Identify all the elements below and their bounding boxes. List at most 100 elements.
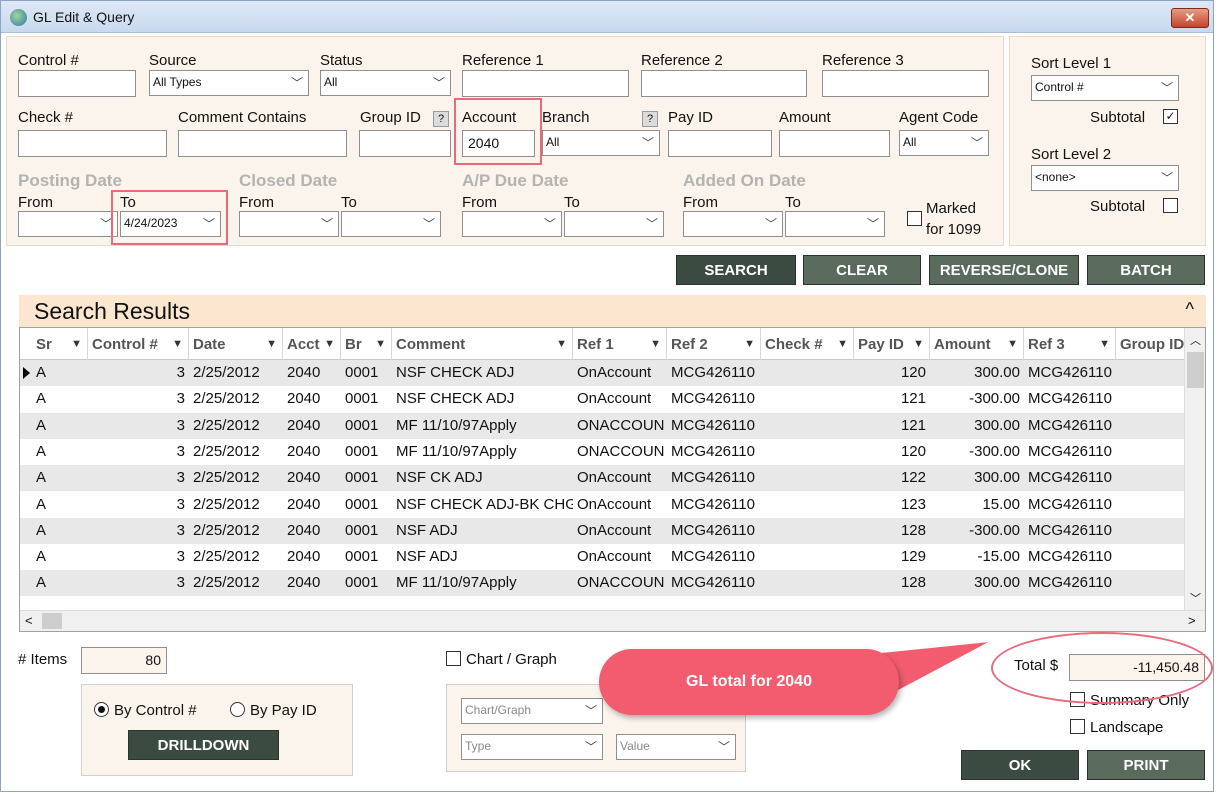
ok-button[interactable]: OK bbox=[961, 750, 1079, 780]
added-to-select[interactable]: ﹀ bbox=[785, 211, 885, 237]
cell-control: 3 bbox=[176, 442, 185, 460]
filter-dropdown-icon[interactable]: ▼ bbox=[913, 328, 924, 361]
column-header-sr[interactable]: Sr ▼ bbox=[32, 328, 88, 360]
filter-dropdown-icon[interactable]: ▼ bbox=[375, 328, 386, 361]
table-row[interactable]: A 3 2/25/2012 2040 0001 NSF CK ADJ OnAccount MC… bbox=[20, 465, 1184, 492]
landscape-checkbox[interactable] bbox=[1070, 719, 1085, 734]
filter-dropdown-icon[interactable]: ▼ bbox=[1099, 328, 1110, 361]
column-header-amount[interactable]: Amount ▼ bbox=[930, 328, 1024, 360]
group-id-help-icon[interactable]: ? bbox=[433, 111, 449, 127]
table-row[interactable]: A 3 2/25/2012 2040 0001 MF 11/10/97Apply ONACC… bbox=[20, 439, 1184, 465]
clear-button[interactable]: CLEAR bbox=[803, 255, 921, 285]
by-payid-radio[interactable] bbox=[230, 702, 245, 717]
results-grid: Sr ▼ Control # ▼ Date ▼ Acct ▼ Br ▼ Comment ▼ Ref 1 ▼… bbox=[19, 327, 1206, 632]
posting-to-label: To bbox=[120, 194, 136, 211]
table-row[interactable]: A 3 2/25/2012 2040 0001 MF 11/10/97Apply ONACC… bbox=[20, 570, 1184, 597]
cell-comment: NSF ADJ bbox=[396, 548, 458, 566]
for-1099-label: for 1099 bbox=[926, 221, 982, 238]
column-header-acct[interactable]: Acct ▼ bbox=[283, 328, 341, 360]
collapse-icon[interactable]: ^ bbox=[1186, 299, 1194, 320]
reference3-input[interactable] bbox=[822, 70, 989, 97]
pay-id-input[interactable] bbox=[668, 130, 772, 157]
check-input[interactable] bbox=[18, 130, 167, 157]
filter-dropdown-icon[interactable]: ▼ bbox=[650, 328, 661, 361]
branch-select[interactable]: All ﹀ bbox=[542, 130, 660, 156]
posting-to-select[interactable]: 4/24/2023 ﹀ bbox=[120, 211, 221, 237]
table-row[interactable]: A 3 2/25/2012 2040 0001 NSF CHECK ADJ OnAccoun… bbox=[20, 360, 1184, 386]
filter-dropdown-icon[interactable]: ▼ bbox=[556, 328, 567, 361]
chart-type-select[interactable]: Chart/Graph ﹀ bbox=[461, 698, 603, 724]
search-button[interactable]: SEARCH bbox=[676, 255, 796, 285]
closed-to-select[interactable]: ﹀ bbox=[341, 211, 441, 237]
ap-to-select[interactable]: ﹀ bbox=[564, 211, 664, 237]
amount-input[interactable] bbox=[779, 130, 890, 157]
column-header-ref3[interactable]: Ref 3 ▼ bbox=[1024, 328, 1116, 360]
control-input[interactable] bbox=[18, 70, 136, 97]
cell-sr: A bbox=[36, 548, 47, 566]
column-header-date[interactable]: Date ▼ bbox=[189, 328, 283, 360]
subtotal1-checkbox[interactable]: ✓ bbox=[1163, 109, 1178, 124]
added-from-select[interactable]: ﹀ bbox=[683, 211, 783, 237]
column-header-br[interactable]: Br ▼ bbox=[341, 328, 392, 360]
scroll-up-icon[interactable]: ︿ bbox=[1190, 332, 1201, 348]
marked-1099-checkbox[interactable] bbox=[907, 211, 922, 226]
account-input[interactable]: 2040 bbox=[462, 130, 535, 157]
column-header-comment[interactable]: Comment ▼ bbox=[392, 328, 573, 360]
filter-dropdown-icon[interactable]: ▼ bbox=[172, 328, 183, 361]
cell-comment: NSF CHECK ADJ-BK CHG bbox=[396, 495, 573, 513]
reference2-input[interactable] bbox=[641, 70, 807, 97]
horizontal-scrollbar[interactable]: < > bbox=[20, 610, 1205, 631]
subtotal2-checkbox[interactable] bbox=[1163, 198, 1178, 213]
drilldown-button[interactable]: DRILLDOWN bbox=[128, 730, 279, 760]
close-icon[interactable]: ✕ bbox=[1171, 8, 1209, 28]
scroll-right-icon[interactable]: > bbox=[1188, 613, 1196, 628]
posting-from-select[interactable]: ﹀ bbox=[18, 211, 118, 237]
scroll-left-icon[interactable]: < bbox=[25, 613, 33, 628]
reverse-clone-button[interactable]: REVERSE/CLONE bbox=[929, 255, 1079, 285]
column-header-payid[interactable]: Pay ID ▼ bbox=[854, 328, 930, 360]
comment-input[interactable] bbox=[178, 130, 347, 157]
column-header-control[interactable]: Control # ▼ bbox=[88, 328, 189, 360]
batch-button[interactable]: BATCH bbox=[1087, 255, 1205, 285]
table-row[interactable]: A 3 2/25/2012 2040 0001 MF 11/10/97Apply ONACC… bbox=[20, 412, 1184, 439]
closed-from-select[interactable]: ﹀ bbox=[239, 211, 339, 237]
sort-level2-select[interactable]: <none> ﹀ bbox=[1031, 165, 1179, 191]
vertical-scroll-thumb[interactable] bbox=[1187, 352, 1204, 388]
table-row[interactable]: A 3 2/25/2012 2040 0001 NSF ADJ OnAccount MCG42… bbox=[20, 517, 1184, 544]
table-row[interactable]: A 3 2/25/2012 2040 0001 NSF CHECK ADJ OnAccoun… bbox=[20, 386, 1184, 412]
filter-dropdown-icon[interactable]: ▼ bbox=[744, 328, 755, 361]
scroll-down-icon[interactable]: ﹀ bbox=[1190, 590, 1201, 606]
reference1-input[interactable] bbox=[462, 70, 629, 97]
cell-br: 0001 bbox=[345, 521, 379, 539]
by-control-radio[interactable] bbox=[94, 702, 109, 717]
branch-value: All bbox=[546, 135, 560, 149]
filter-dropdown-icon[interactable]: ▼ bbox=[1007, 328, 1018, 361]
status-select[interactable]: All ﹀ bbox=[320, 70, 451, 96]
filter-dropdown-icon[interactable]: ▼ bbox=[837, 328, 848, 361]
filter-dropdown-icon[interactable]: ▼ bbox=[324, 328, 335, 361]
table-row[interactable]: A 3 2/25/2012 2040 0001 NSF ADJ OnAccount MCG42… bbox=[20, 544, 1184, 570]
vertical-scrollbar[interactable]: ︿ ﹀ bbox=[1184, 328, 1205, 610]
sort-level1-select[interactable]: Control # ﹀ bbox=[1031, 75, 1179, 101]
group-id-input[interactable] bbox=[359, 130, 451, 157]
chart-graph-checkbox[interactable] bbox=[446, 651, 461, 666]
filter-dropdown-icon[interactable]: ▼ bbox=[71, 328, 82, 361]
column-header-check[interactable]: Check # ▼ bbox=[761, 328, 854, 360]
agent-code-select[interactable]: All ﹀ bbox=[899, 130, 989, 156]
source-select[interactable]: All Types ﹀ bbox=[149, 70, 309, 96]
ap-from-select[interactable]: ﹀ bbox=[462, 211, 562, 237]
branch-help-icon[interactable]: ? bbox=[642, 111, 658, 127]
cell-date: 2/25/2012 bbox=[193, 364, 260, 381]
table-row[interactable]: A 3 2/25/2012 2040 0001 NSF CHECK ADJ-BK CHG O… bbox=[20, 492, 1184, 518]
cell-date: 2/25/2012 bbox=[193, 390, 260, 408]
filter-dropdown-icon[interactable]: ▼ bbox=[266, 328, 277, 361]
column-header-ref2[interactable]: Ref 2 ▼ bbox=[667, 328, 761, 360]
type-select[interactable]: Type ﹀ bbox=[461, 734, 603, 760]
column-header-ref1[interactable]: Ref 1 ▼ bbox=[573, 328, 667, 360]
cell-acct: 2040 bbox=[287, 521, 321, 539]
value-select[interactable]: Value ﹀ bbox=[616, 734, 736, 760]
cell-ref3: MCG426110 bbox=[1028, 416, 1112, 434]
cell-date: 2/25/2012 bbox=[193, 469, 260, 487]
print-button[interactable]: PRINT bbox=[1087, 750, 1205, 780]
horizontal-scroll-thumb[interactable] bbox=[42, 613, 62, 629]
